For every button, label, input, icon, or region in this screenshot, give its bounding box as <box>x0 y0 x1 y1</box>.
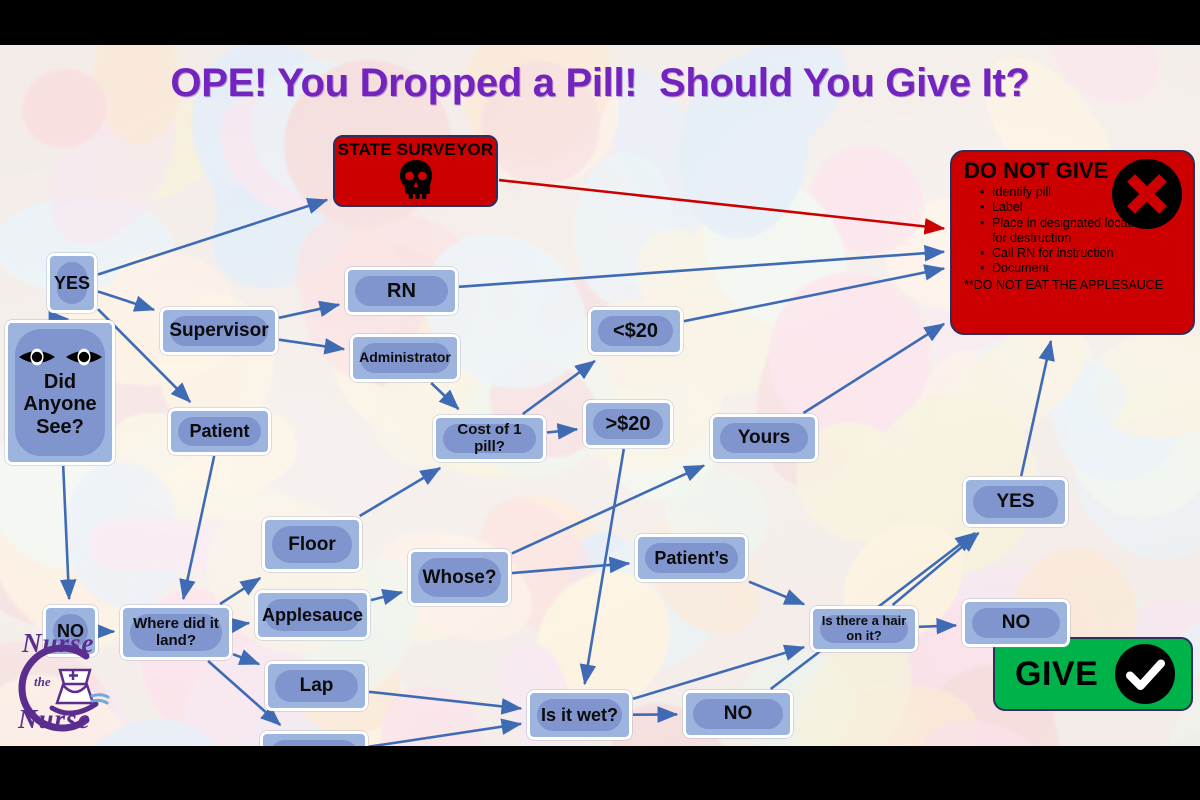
node-label: RN <box>387 279 416 302</box>
edge-did-anyone-see-to-no-left <box>59 465 77 601</box>
edge-patient-to-where-land <box>179 455 216 601</box>
edge-patients-to-hair-on-it <box>748 580 806 606</box>
logo-word-bottom: Nurse <box>18 704 91 734</box>
node-did-anyone-see[interactable]: Did Anyone See? <box>5 320 115 465</box>
node-over-20[interactable]: >$20 <box>583 400 673 448</box>
node-label: Administrator <box>359 349 451 366</box>
node-administrator[interactable]: Administrator <box>350 334 460 382</box>
node-label: Is it wet? <box>540 704 618 725</box>
edge-surveyor-to-do-not-give <box>498 178 946 235</box>
node-label: >$20 <box>605 412 651 435</box>
edge-rn-to-do-not-give <box>458 244 946 289</box>
edge-under-20-to-do-not-give <box>683 264 946 323</box>
skull-icon <box>335 159 496 201</box>
node-label: Yours <box>737 427 791 449</box>
node-text: Did Anyone See? <box>23 370 97 438</box>
state-surveyor-box: STATE SURVEYOR <box>333 135 498 207</box>
state-surveyor-label: STATE SURVEYOR <box>337 140 494 159</box>
node-label: Supervisor <box>169 320 269 342</box>
node-no-right[interactable]: NO <box>962 599 1070 647</box>
node-label: Patient <box>189 421 250 442</box>
edge-cost-of-pill-to-over-20 <box>546 423 579 440</box>
node-no-wet[interactable]: NO <box>683 690 793 738</box>
node-floor[interactable]: Floor <box>262 517 362 572</box>
check-circle-icon <box>1114 643 1176 705</box>
node-patients[interactable]: Patient’s <box>635 534 748 582</box>
node-lap[interactable]: Lap <box>265 661 368 711</box>
edge-table-to-is-it-wet <box>368 718 523 746</box>
do-not-give-box: DO NOT GIVE Identify pillLabelPlace in d… <box>950 150 1195 335</box>
node-label: Cost of 1 pill? <box>457 420 522 455</box>
node-patient[interactable]: Patient <box>168 408 271 455</box>
node-label: NO <box>723 703 753 725</box>
node-rn[interactable]: RN <box>345 267 458 315</box>
node-label: NO <box>57 620 84 641</box>
node-yours[interactable]: Yours <box>710 414 818 462</box>
node-hair-on-it[interactable]: Is there a hair on it? <box>810 606 918 652</box>
node-under-20[interactable]: <$20 <box>588 307 683 355</box>
node-where-land[interactable]: Where did it land? <box>120 605 232 660</box>
do-not-give-item: Call RN for instruction <box>980 245 1183 261</box>
node-label: Is there a hair on it? <box>821 613 907 643</box>
edge-where-land-to-applesauce <box>228 617 251 634</box>
node-label: YES <box>53 272 91 293</box>
infographic-stage: OPE! You Dropped a Pill! Should You Give… <box>0 0 1200 800</box>
do-not-give-item: Document <box>980 260 1183 276</box>
edge-hair-on-it-to-yes-right <box>891 532 980 606</box>
eyes-icon <box>18 347 103 367</box>
node-yes-right[interactable]: YES <box>963 477 1068 527</box>
edge-applesauce-to-whose <box>370 588 404 606</box>
edge-floor-to-cost-of-pill <box>359 466 442 518</box>
edge-lap-to-is-it-wet <box>368 690 523 715</box>
node-whose[interactable]: Whose? <box>408 549 511 606</box>
node-is-it-wet[interactable]: Is it wet? <box>527 690 632 740</box>
applesauce-warning: **DO NOT EAT THE APPLESAUCE <box>964 277 1164 292</box>
node-label: <$20 <box>612 319 659 342</box>
edge-hair-on-it-to-no-right <box>918 617 958 635</box>
edge-administrator-to-cost-of-pill <box>430 382 460 410</box>
nurse-the-nurse-logo: Nurse the Nurse <box>8 628 113 742</box>
x-circle-icon <box>1111 158 1183 235</box>
give-box: GIVE <box>993 637 1193 711</box>
edge-supervisor-to-rn <box>278 300 341 320</box>
edge-whose-to-patients <box>511 556 631 575</box>
node-label: Patient’s <box>654 547 729 568</box>
logo-word-the: the <box>34 674 51 689</box>
node-supervisor[interactable]: Supervisor <box>160 307 278 355</box>
node-label: Applesauce <box>261 604 364 625</box>
node-label: NO <box>1001 612 1031 634</box>
node-cost-of-pill[interactable]: Cost of 1 pill? <box>433 415 546 462</box>
give-label: GIVE <box>1015 654 1099 693</box>
node-label: Table <box>284 744 344 746</box>
node-label: Where did it land? <box>133 614 219 649</box>
node-label: Did Anyone See? <box>12 347 109 438</box>
flowchart-canvas: OPE! You Dropped a Pill! Should You Give… <box>0 45 1200 746</box>
edge-yes-top-to-surveyor <box>97 198 329 276</box>
node-table[interactable]: Table <box>260 731 368 746</box>
edge-yes-top-to-supervisor <box>97 290 156 312</box>
node-yes-top[interactable]: YES <box>47 253 97 313</box>
edge-where-land-to-lap <box>232 649 261 666</box>
edge-yes-right-to-do-not-give <box>1019 339 1055 477</box>
node-label: Floor <box>288 533 336 555</box>
node-label: Whose? <box>422 566 497 588</box>
edge-yours-to-do-not-give <box>802 322 946 415</box>
node-applesauce[interactable]: Applesauce <box>255 590 370 640</box>
node-label: Lap <box>299 675 334 697</box>
edge-supervisor-to-administrator <box>278 338 346 355</box>
node-label: YES <box>996 491 1035 513</box>
